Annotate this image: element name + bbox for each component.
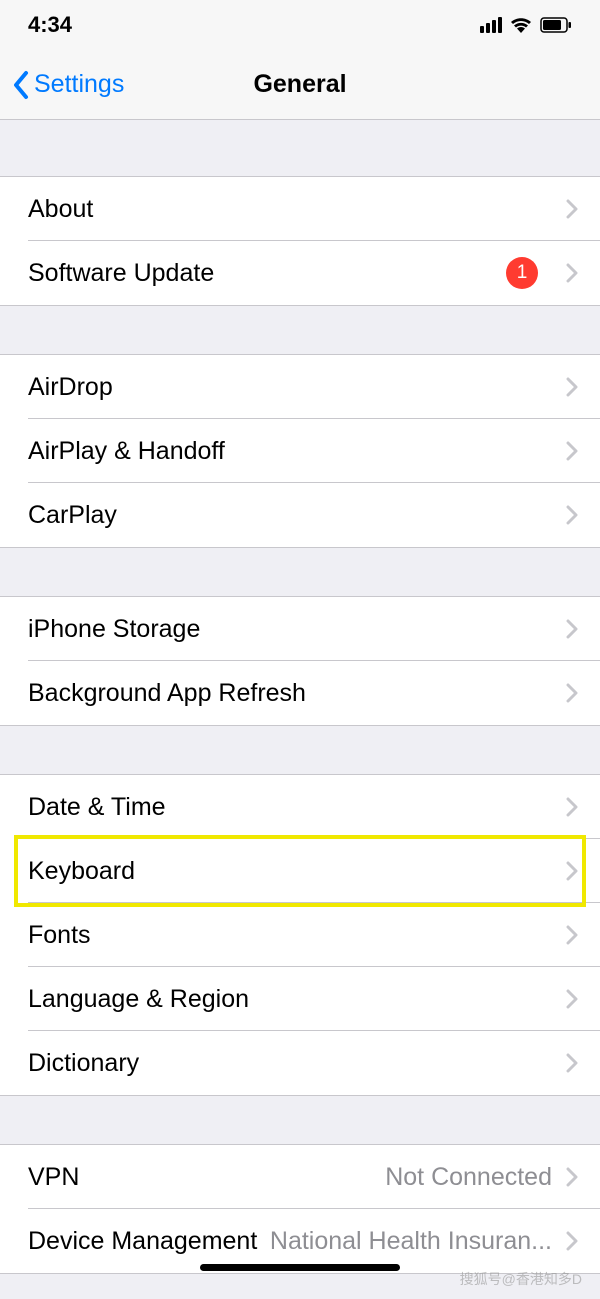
row-airplay-handoff[interactable]: AirPlay & Handoff <box>0 419 600 483</box>
nav-bar: Settings General <box>0 50 600 120</box>
chevron-right-icon <box>566 797 578 817</box>
row-label: Fonts <box>28 921 91 950</box>
row-label: VPN <box>28 1163 79 1192</box>
row-vpn[interactable]: VPN Not Connected <box>0 1145 600 1209</box>
chevron-right-icon <box>566 377 578 397</box>
chevron-right-icon <box>566 1167 578 1187</box>
row-iphone-storage[interactable]: iPhone Storage <box>0 597 600 661</box>
settings-group: AirDrop AirPlay & Handoff CarPlay <box>0 354 600 548</box>
row-label: Keyboard <box>28 857 135 886</box>
chevron-right-icon <box>566 199 578 219</box>
row-carplay[interactable]: CarPlay <box>0 483 600 547</box>
group-spacer <box>0 1096 600 1144</box>
wifi-icon <box>510 17 532 33</box>
row-label: iPhone Storage <box>28 615 200 644</box>
chevron-right-icon <box>566 619 578 639</box>
group-spacer <box>0 120 600 176</box>
chevron-right-icon <box>566 683 578 703</box>
chevron-right-icon <box>566 861 578 881</box>
group-spacer <box>0 726 600 774</box>
row-label: Software Update <box>28 259 214 288</box>
row-label: Language & Region <box>28 985 249 1014</box>
cellular-signal-icon <box>480 17 502 33</box>
page-title: General <box>253 70 346 99</box>
settings-group: Date & Time Keyboard Fonts Language & Regio… <box>0 774 600 1096</box>
status-time: 4:34 <box>28 12 72 38</box>
row-value: National Health Insuran... <box>260 1227 552 1256</box>
row-label: About <box>28 195 93 224</box>
chevron-left-icon <box>12 70 30 100</box>
chevron-right-icon <box>566 441 578 461</box>
settings-group: VPN Not Connected Device ManagementNationa… <box>0 1144 600 1274</box>
group-spacer <box>0 548 600 596</box>
home-indicator[interactable] <box>200 1264 400 1271</box>
row-dictionary[interactable]: Dictionary <box>0 1031 600 1095</box>
settings-group: iPhone Storage Background App Refresh <box>0 596 600 726</box>
chevron-right-icon <box>566 989 578 1009</box>
row-label: Device Management <box>28 1227 257 1256</box>
status-icons <box>480 17 572 33</box>
row-about[interactable]: About <box>0 177 600 241</box>
row-background-app-refresh[interactable]: Background App Refresh <box>0 661 600 725</box>
group-spacer <box>0 306 600 354</box>
notification-badge: 1 <box>506 257 538 289</box>
row-value: Not Connected <box>375 1163 552 1192</box>
chevron-right-icon <box>566 925 578 945</box>
row-label: Background App Refresh <box>28 679 306 708</box>
chevron-right-icon <box>566 1231 578 1251</box>
row-label: Dictionary <box>28 1049 139 1078</box>
row-label: CarPlay <box>28 501 117 530</box>
chevron-right-icon <box>566 505 578 525</box>
settings-group: About Software Update 1 <box>0 176 600 306</box>
back-label: Settings <box>34 70 124 99</box>
row-fonts[interactable]: Fonts <box>0 903 600 967</box>
row-keyboard[interactable]: Keyboard <box>0 839 600 903</box>
row-language-region[interactable]: Language & Region <box>0 967 600 1031</box>
row-airdrop[interactable]: AirDrop <box>0 355 600 419</box>
battery-icon <box>540 17 572 33</box>
chevron-right-icon <box>566 263 578 283</box>
row-date-time[interactable]: Date & Time <box>0 775 600 839</box>
row-label: AirPlay & Handoff <box>28 437 225 466</box>
row-software-update[interactable]: Software Update 1 <box>0 241 600 305</box>
chevron-right-icon <box>566 1053 578 1073</box>
watermark: 搜狐号@香港知多D <box>460 1269 582 1289</box>
row-label: AirDrop <box>28 373 113 402</box>
back-button[interactable]: Settings <box>0 70 124 100</box>
row-label: Date & Time <box>28 793 166 822</box>
status-bar: 4:34 <box>0 0 600 50</box>
